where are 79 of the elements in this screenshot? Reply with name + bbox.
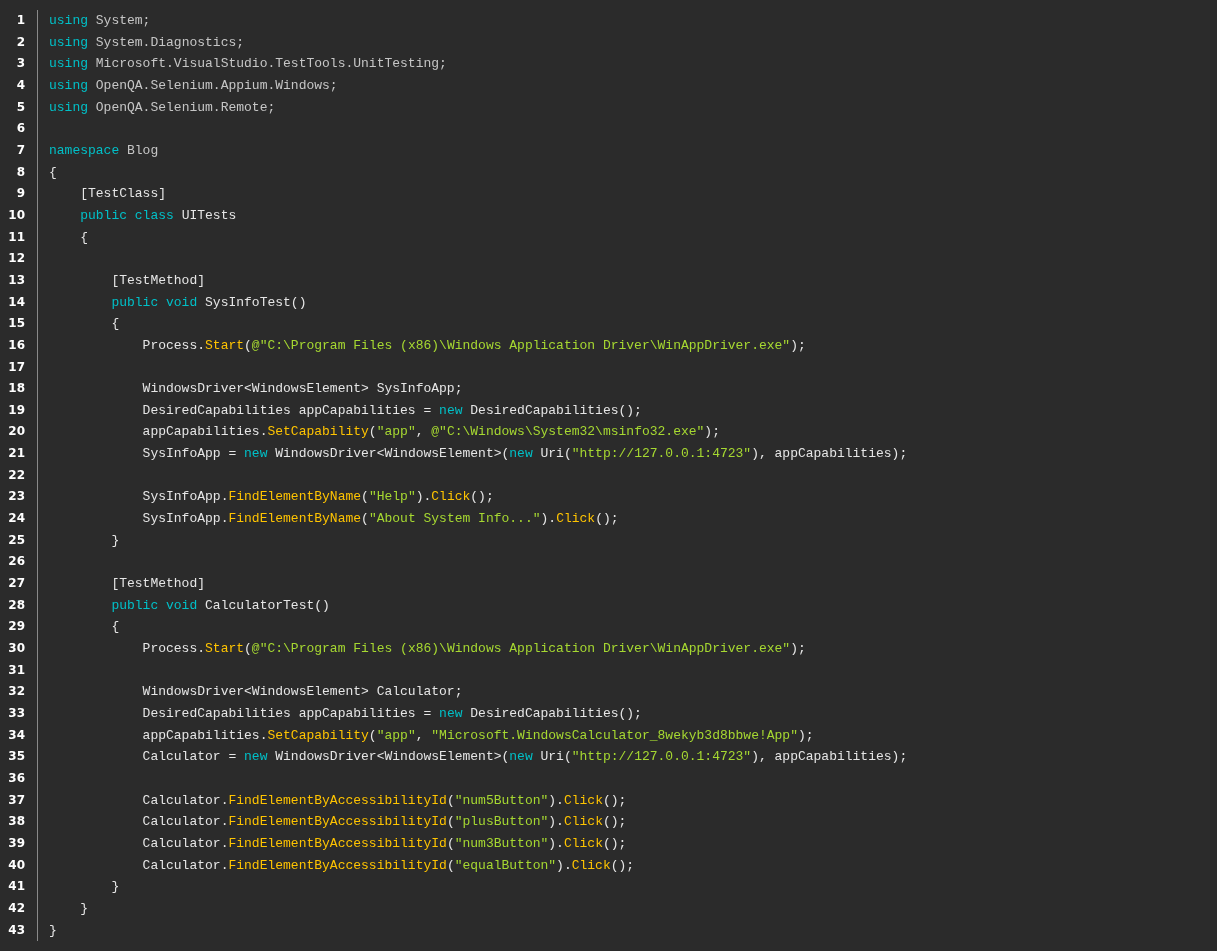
code-line: { (110, 618, 120, 637)
code-line: public class UITests (79, 206, 237, 225)
code-line: appCapabilities.SetCapability("app", @"C:\Windows\System32\msinfo32.exe"); (141, 423, 720, 442)
line-number: 18 (8, 380, 25, 398)
line-number: 28 (8, 596, 25, 614)
line-number: 1 (16, 12, 25, 29)
line-number: 23 (8, 488, 25, 506)
code-line: WindowsDriver<WindowsElement> Calculator; (141, 683, 463, 702)
code-line: using OpenQA.Selenium.Remote; (49, 98, 276, 117)
code-line: WindowsDriver<WindowsElement> SysInfoApp; (141, 380, 463, 399)
code-line: using OpenQA.Selenium.Appium.Windows; (49, 76, 338, 95)
line-number: 31 (8, 661, 25, 679)
code-line: appCapabilities.SetCapability("app", "Microsoft.WindowsCalculator_8wekyb3d8bbwe!App"); (141, 726, 814, 745)
code-line: SysInfoApp.FindElementByName("Help").Click(); (141, 488, 494, 507)
line-number: 17 (8, 358, 25, 376)
line-number: 36 (8, 769, 25, 787)
line-number: 24 (8, 510, 25, 528)
code-line: public void CalculatorTest() (110, 596, 330, 615)
code-line: { (79, 228, 88, 247)
line-number: 13 (8, 271, 25, 289)
line-number: 4 (16, 76, 25, 94)
code-line: { (49, 163, 57, 182)
code-line: } (79, 899, 88, 918)
line-number: 12 (8, 250, 25, 268)
code-line: { (110, 315, 120, 334)
code-line: Calculator.FindElementByAccessibilityId("plusButton").Click(); (141, 813, 627, 832)
line-number: 41 (8, 878, 25, 896)
code-line: [TestMethod] (110, 575, 206, 594)
line-number: 42 (8, 899, 25, 917)
line-number: 38 (8, 813, 25, 831)
code-line: } (110, 878, 120, 897)
code-line: [TestMethod] (110, 271, 206, 290)
line-number: 32 (8, 683, 25, 701)
line-number: 39 (8, 834, 25, 852)
line-number: 21 (8, 445, 25, 463)
code-line: public void SysInfoTest() (110, 293, 307, 312)
code-line: Calculator.FindElementByAccessibilityId("equalButton").Click(); (141, 856, 635, 875)
line-number: 34 (8, 726, 25, 744)
line-number: 10 (8, 206, 25, 224)
line-number: 26 (8, 553, 25, 571)
line-number: 16 (8, 336, 25, 354)
line-number: 15 (8, 315, 25, 333)
line-number: 40 (8, 856, 25, 874)
code-line: Calculator.FindElementByAccessibilityId("num3Button").Click(); (141, 834, 627, 853)
line-number: 29 (8, 618, 25, 636)
code-line: Calculator.FindElementByAccessibilityId("num5Button").Click(); (141, 791, 627, 810)
line-number: 14 (8, 293, 25, 311)
code-line: DesiredCapabilities appCapabilities = new DesiredCapabilities(); (141, 705, 642, 723)
line-number: 33 (8, 705, 25, 722)
code-line: DesiredCapabilities appCapabilities = new DesiredCapabilities(); (141, 401, 642, 420)
line-number: 37 (8, 791, 25, 809)
code-line: Calculator = new WindowsDriver<WindowsElement>(new Uri("http://127.0.0.1:4723"), appCapabilities); (141, 748, 908, 767)
line-number: 19 (8, 401, 25, 419)
line-number: 20 (8, 423, 25, 441)
code-line: Process.Start(@"C:\Program Files (x86)\Windows Application Driver\WinAppDriver.exe"); (141, 640, 806, 659)
line-number: 22 (8, 466, 25, 484)
line-number: 43 (8, 921, 25, 939)
code-line: SysInfoApp.FindElementByName("About System Info...").Click(); (141, 510, 619, 529)
code-line: [TestClass] (79, 185, 167, 204)
code-line: } (49, 921, 57, 940)
line-number: 27 (8, 575, 25, 593)
code-line: using Microsoft.VisualStudio.TestTools.UnitTesting; (49, 55, 447, 74)
code-line: using System; (49, 12, 151, 30)
code-line: SysInfoApp = new WindowsDriver<WindowsElement>(new Uri("http://127.0.0.1:4723"), appCapabilities); (141, 445, 908, 464)
line-number: 5 (16, 98, 25, 116)
line-number: 3 (16, 55, 25, 73)
line-number: 8 (16, 163, 25, 181)
line-number: 30 (8, 640, 25, 658)
line-number: 25 (8, 531, 25, 549)
code-line: using System.Diagnostics; (49, 33, 245, 52)
line-number: 9 (16, 185, 25, 203)
line-number: 7 (16, 141, 25, 159)
line-number: 6 (16, 120, 25, 138)
code-line: Process.Start(@"C:\Program Files (x86)\Windows Application Driver\WinAppDriver.exe"); (141, 336, 806, 355)
line-number: 2 (16, 33, 25, 51)
code-line: } (110, 531, 120, 550)
code-line: namespace Blog (49, 141, 159, 160)
line-number: 11 (8, 228, 25, 246)
line-number: 35 (8, 748, 25, 766)
